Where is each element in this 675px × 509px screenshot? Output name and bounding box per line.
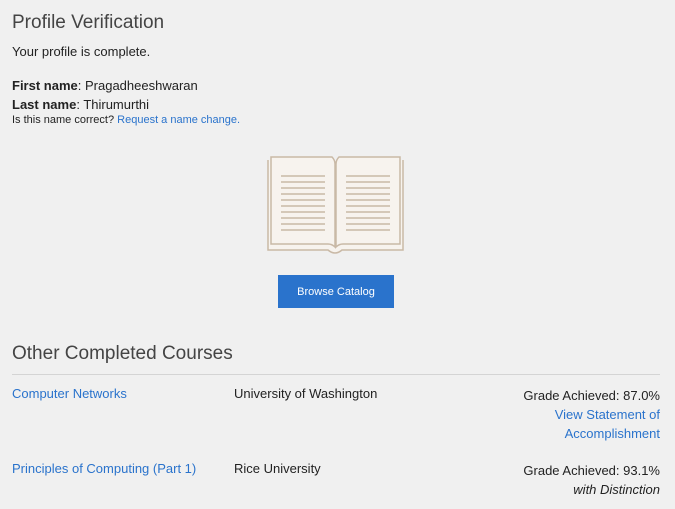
- section-divider: [12, 374, 660, 375]
- grade-achieved: Grade Achieved: 87.0%: [523, 388, 660, 403]
- page-title: Profile Verification: [12, 12, 165, 33]
- request-name-change-link[interactable]: Request a name change.: [117, 114, 240, 126]
- browse-catalog-button[interactable]: Browse Catalog: [278, 275, 394, 308]
- grade-achieved: Grade Achieved: 93.1%: [523, 463, 660, 478]
- view-statement-link[interactable]: View Statement of Accomplishment: [523, 405, 660, 443]
- course-university: Rice University: [234, 461, 321, 476]
- last-name-label: Last name: [12, 97, 77, 112]
- first-name-row: First name: Pragadheeshwaran: [12, 78, 198, 93]
- first-name-value: Pragadheeshwaran: [84, 78, 198, 93]
- distinction-note: with Distinction: [573, 482, 660, 497]
- course-university: University of Washington: [234, 386, 378, 401]
- course-name-link[interactable]: Principles of Computing (Part 1): [12, 461, 196, 476]
- open-book-icon: [267, 156, 404, 254]
- name-correct-row: Is this name correct? Request a name cha…: [12, 114, 240, 126]
- first-name-label: First name: [12, 78, 78, 93]
- name-question: Is this name correct?: [12, 114, 115, 126]
- profile-status: Your profile is complete.: [12, 44, 151, 59]
- last-name-row: Last name: Thirumurthi: [12, 97, 150, 112]
- course-grade-block: Grade Achieved: 87.0% View Statement of A…: [523, 386, 660, 443]
- last-name-value: Thirumurthi: [83, 97, 150, 112]
- view-statement-line-2: Accomplishment: [564, 426, 660, 441]
- course-name-link[interactable]: Computer Networks: [12, 386, 127, 401]
- view-statement-line-1: View Statement of: [554, 407, 660, 422]
- course-grade-block: Grade Achieved: 93.1% with Distinction: [523, 461, 660, 499]
- completed-courses-heading: Other Completed Courses: [12, 343, 233, 364]
